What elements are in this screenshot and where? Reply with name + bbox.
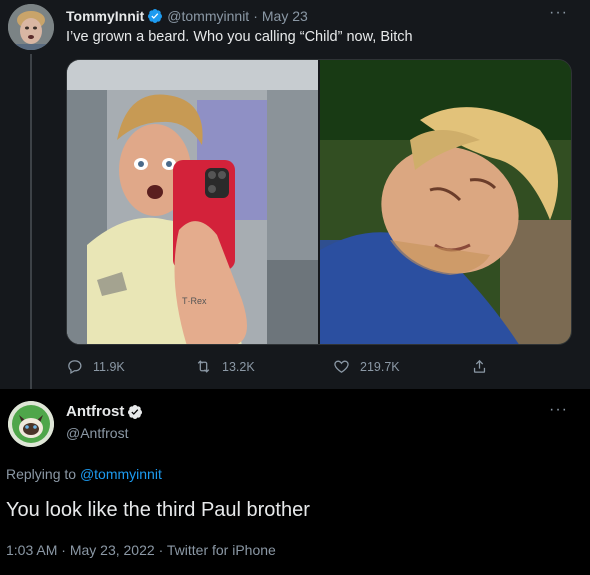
tweet-text: I’ve grown a beard. Who you calling “Chi… (66, 29, 413, 45)
shirt-text: T·Rex (182, 296, 207, 306)
reply-date[interactable]: May 23, 2022 (70, 542, 155, 558)
tommyinnit-avatar[interactable] (8, 4, 54, 50)
retweet-count: 13.2K (222, 359, 255, 374)
more-dots-icon[interactable]: ··· (549, 4, 568, 22)
retweet-action[interactable]: 13.2K (195, 358, 255, 375)
share-icon (473, 359, 486, 373)
antfrost-avatar[interactable] (8, 401, 54, 447)
retweet-icon (197, 360, 210, 373)
thread-connector (30, 54, 32, 394)
author-name[interactable]: TommyInnit (66, 8, 144, 24)
share-action[interactable] (471, 358, 498, 375)
separator-dot: · (158, 542, 164, 558)
tweet-header: TommyInnit @tommyinnit · May 23 (66, 8, 308, 24)
replying-prefix: Replying to (6, 466, 77, 482)
reply-icon (68, 360, 82, 375)
reply-author-name[interactable]: Antfrost (66, 403, 124, 420)
author-handle[interactable]: @tommyinnit (167, 8, 249, 24)
reply-metadata: 1:03 AM · May 23, 2022 · Twitter for iPh… (6, 542, 276, 558)
more-dots-icon[interactable]: ··· (549, 401, 568, 419)
reply-handle[interactable]: @Antfrost (66, 425, 128, 441)
reply-text: You look like the third Paul brother (6, 499, 310, 521)
replying-to-line: Replying to @tommyinnit (6, 466, 162, 482)
reply-action[interactable]: 11.9K (66, 358, 125, 375)
like-action[interactable]: 219.7K (333, 358, 400, 375)
separator-dot: · (61, 542, 66, 558)
tweet-date[interactable]: May 23 (262, 8, 308, 24)
sun-photo[interactable] (320, 60, 571, 344)
reply-header: Antfrost (66, 403, 147, 420)
heart-icon (334, 360, 349, 373)
reply-count: 11.9K (93, 359, 125, 374)
reply-source[interactable]: Twitter for iPhone (167, 542, 276, 558)
original-tweet[interactable]: TommyInnit @tommyinnit · May 23 ··· I’ve… (0, 0, 590, 394)
reply-tweet[interactable]: Antfrost @Antfrost ··· Replying to @tomm… (0, 389, 590, 575)
verified-badge-icon (127, 404, 143, 420)
separator-dot: · (253, 8, 258, 24)
selfie-photo[interactable]: T·Rex (67, 60, 318, 344)
replying-to-link[interactable]: @tommyinnit (80, 466, 162, 482)
verified-badge-icon (147, 8, 163, 24)
tweet-media[interactable]: T·Rex (66, 59, 572, 345)
like-count: 219.7K (360, 359, 400, 374)
reply-time[interactable]: 1:03 AM (6, 542, 57, 558)
